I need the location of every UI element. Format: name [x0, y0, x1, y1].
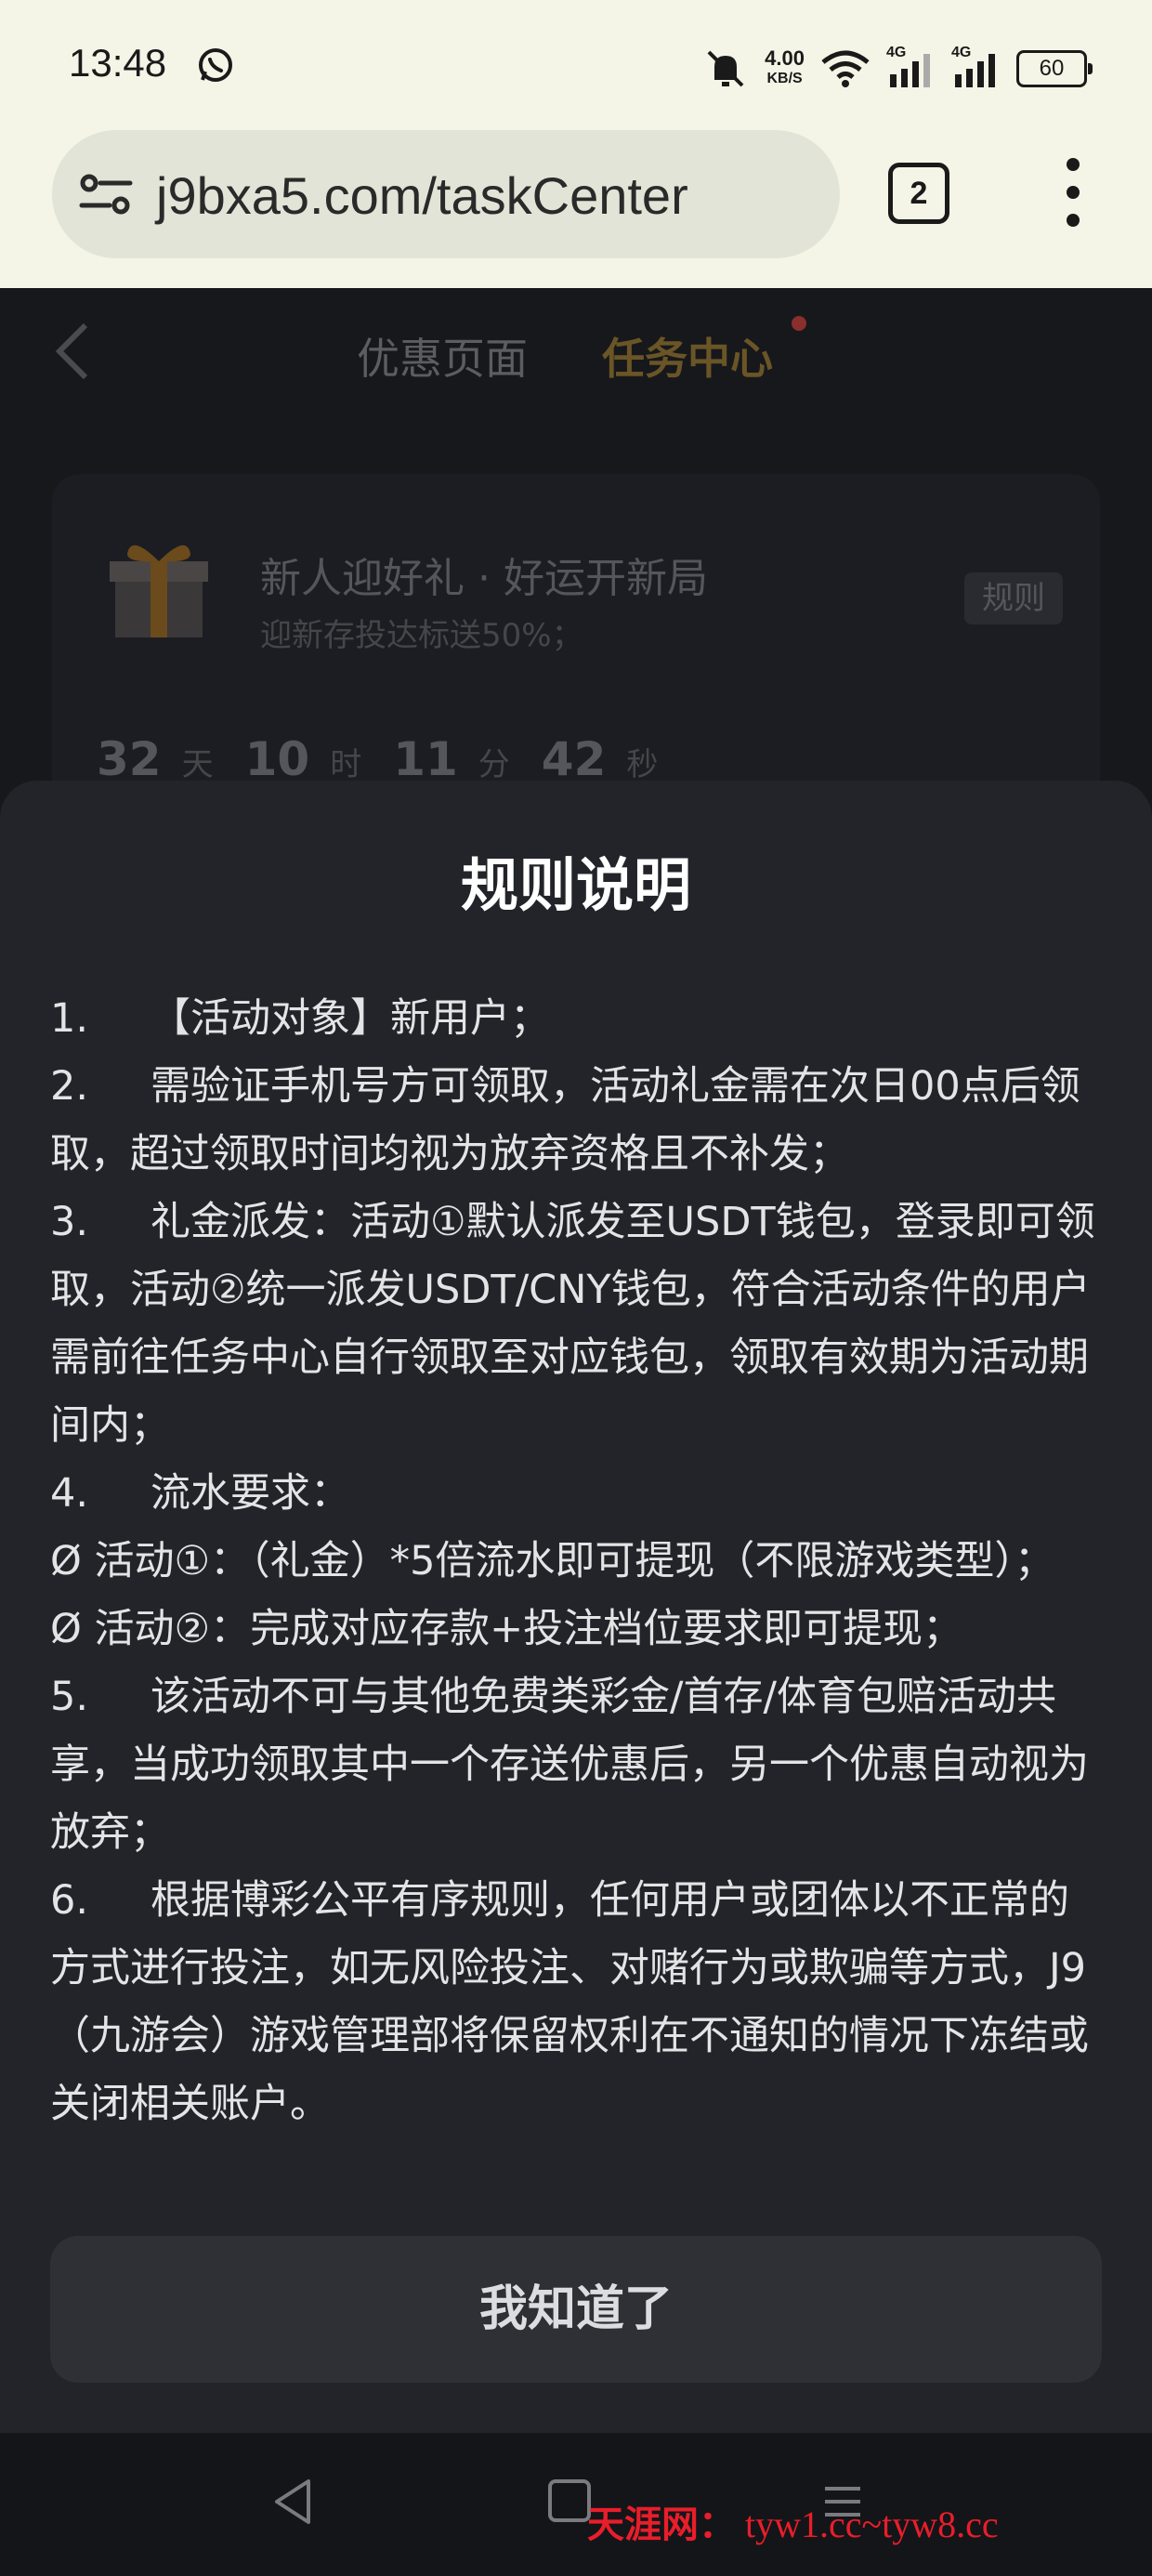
address-bar[interactable]: j9bxa5.com/taskCenter	[52, 130, 840, 258]
rule-text: 该活动不可与其他免费类彩金/首存/体育包赔活动共享，当成功领取其中一个存送优惠后…	[50, 1674, 1089, 1856]
url-text[interactable]: j9bxa5.com/taskCenter	[156, 165, 688, 226]
card-title: 新人迎好礼 · 好运开新局	[260, 555, 708, 602]
tab-task-center[interactable]: 任务中心	[602, 325, 773, 387]
mute-bell-icon	[707, 50, 744, 87]
rule-text: 【活动对象】新用户；	[151, 995, 550, 1042]
countdown-unit: 天	[181, 746, 214, 783]
countdown-unit: 秒	[626, 746, 659, 783]
back-arrow-icon[interactable]	[52, 322, 93, 381]
rule-number: 6.	[50, 1877, 89, 1924]
rules-modal: 规则说明 1. 【活动对象】新用户； 2. 需验证手机号方可领取，活动礼金需在次日0…	[0, 781, 1152, 2433]
rule-text: 礼金派发：活动①默认派发至USDT钱包，登录即可领取，活动②统一派发USDT/C…	[50, 1199, 1095, 1449]
rule-text: Ø 活动①：（礼金）*5倍流水即可提现（不限游戏类型）；	[50, 1538, 1054, 1584]
rules-button[interactable]: 规则	[964, 572, 1063, 624]
rule-text: 根据博彩公平有序规则，任何用户或团体以不正常的方式进行投注，如无风险投注、对赌行…	[50, 1877, 1089, 2127]
countdown-days: 32	[97, 732, 162, 786]
rule-text: Ø 活动②：完成对应存款+投注档位要求即可提现；	[50, 1606, 963, 1652]
rule-item: 5. 该活动不可与其他免费类彩金/首存/体育包赔活动共享，当成功领取其中一个存送优…	[50, 1663, 1106, 1867]
rule-sub-item: Ø 活动①：（礼金）*5倍流水即可提现（不限游戏类型）；	[50, 1528, 1106, 1596]
countdown-minutes: 11	[393, 732, 458, 786]
rules-list[interactable]: 1. 【活动对象】新用户； 2. 需验证手机号方可领取，活动礼金需在次日00点后领取…	[50, 985, 1106, 2163]
clock: 13:48	[69, 41, 167, 85]
modal-title: 规则说明	[460, 851, 691, 919]
watermark: 天涯网： tyw1.cc~tyw8.cc	[587, 2504, 999, 2545]
countdown-timer: 32 天 10 时 11 分 42 秒	[97, 732, 669, 786]
rule-text: 需验证手机号方可领取，活动礼金需在次日00点后领取，超过领取时间均视为放弃资格且…	[50, 1063, 1080, 1177]
system-nav-bar: 天涯网： tyw1.cc~tyw8.cc	[0, 2433, 1152, 2576]
whatsapp-icon	[199, 48, 232, 82]
countdown-unit: 时	[330, 746, 362, 783]
rule-item: 6. 根据博彩公平有序规则，任何用户或团体以不正常的方式进行投注，如无风险投注、对…	[50, 1867, 1106, 2138]
browser-toolbar: j9bxa5.com/taskCenter 2	[0, 130, 1152, 289]
gift-box-icon	[110, 545, 208, 637]
battery-indicator: 60	[1016, 50, 1093, 87]
card-subtitle: 迎新存投达标送50%；	[260, 617, 583, 654]
rule-number: 4.	[50, 1470, 89, 1517]
countdown-unit: 分	[478, 746, 510, 783]
cell-signal-2: 4G	[951, 45, 1000, 89]
status-icons: 4.00 KB/S 4G 4G 60	[703, 43, 1093, 95]
status-bar: 13:48 4.00 KB/S 4G 4G 60	[0, 0, 1152, 130]
rule-item: 4. 流水要求：	[50, 1460, 1106, 1528]
countdown-seconds: 42	[541, 732, 607, 786]
confirm-button[interactable]: 我知道了	[50, 2236, 1102, 2383]
tab-promotions[interactable]: 优惠页面	[357, 325, 528, 387]
rule-item: 2. 需验证手机号方可领取，活动礼金需在次日00点后领取，超过领取时间均视为放弃资…	[50, 1053, 1106, 1189]
countdown-hours: 10	[244, 732, 310, 786]
browser-menu-icon[interactable]	[1059, 158, 1087, 227]
rule-item: 1. 【活动对象】新用户；	[50, 985, 1106, 1053]
rule-number: 1.	[50, 995, 89, 1042]
rule-number: 2.	[50, 1063, 89, 1110]
tab-switcher-button[interactable]: 2	[888, 163, 949, 224]
rule-sub-item: Ø 活动②：完成对应存款+投注档位要求即可提现；	[50, 1596, 1106, 1663]
wifi-icon	[821, 50, 870, 87]
site-settings-icon[interactable]	[78, 169, 134, 219]
nav-back-icon[interactable]	[269, 2477, 316, 2526]
cell-signal-1: 4G	[886, 45, 935, 89]
rule-number: 5.	[50, 1674, 89, 1720]
rule-item: 3. 礼金派发：活动①默认派发至USDT钱包，登录即可领取，活动②统一派发USDT…	[50, 1189, 1106, 1460]
rule-number: 3.	[50, 1199, 89, 1245]
notification-dot	[792, 316, 806, 331]
rule-text: 流水要求：	[151, 1470, 350, 1517]
nav-home-icon[interactable]	[548, 2479, 591, 2522]
network-speed: 4.00 KB/S	[765, 46, 805, 87]
